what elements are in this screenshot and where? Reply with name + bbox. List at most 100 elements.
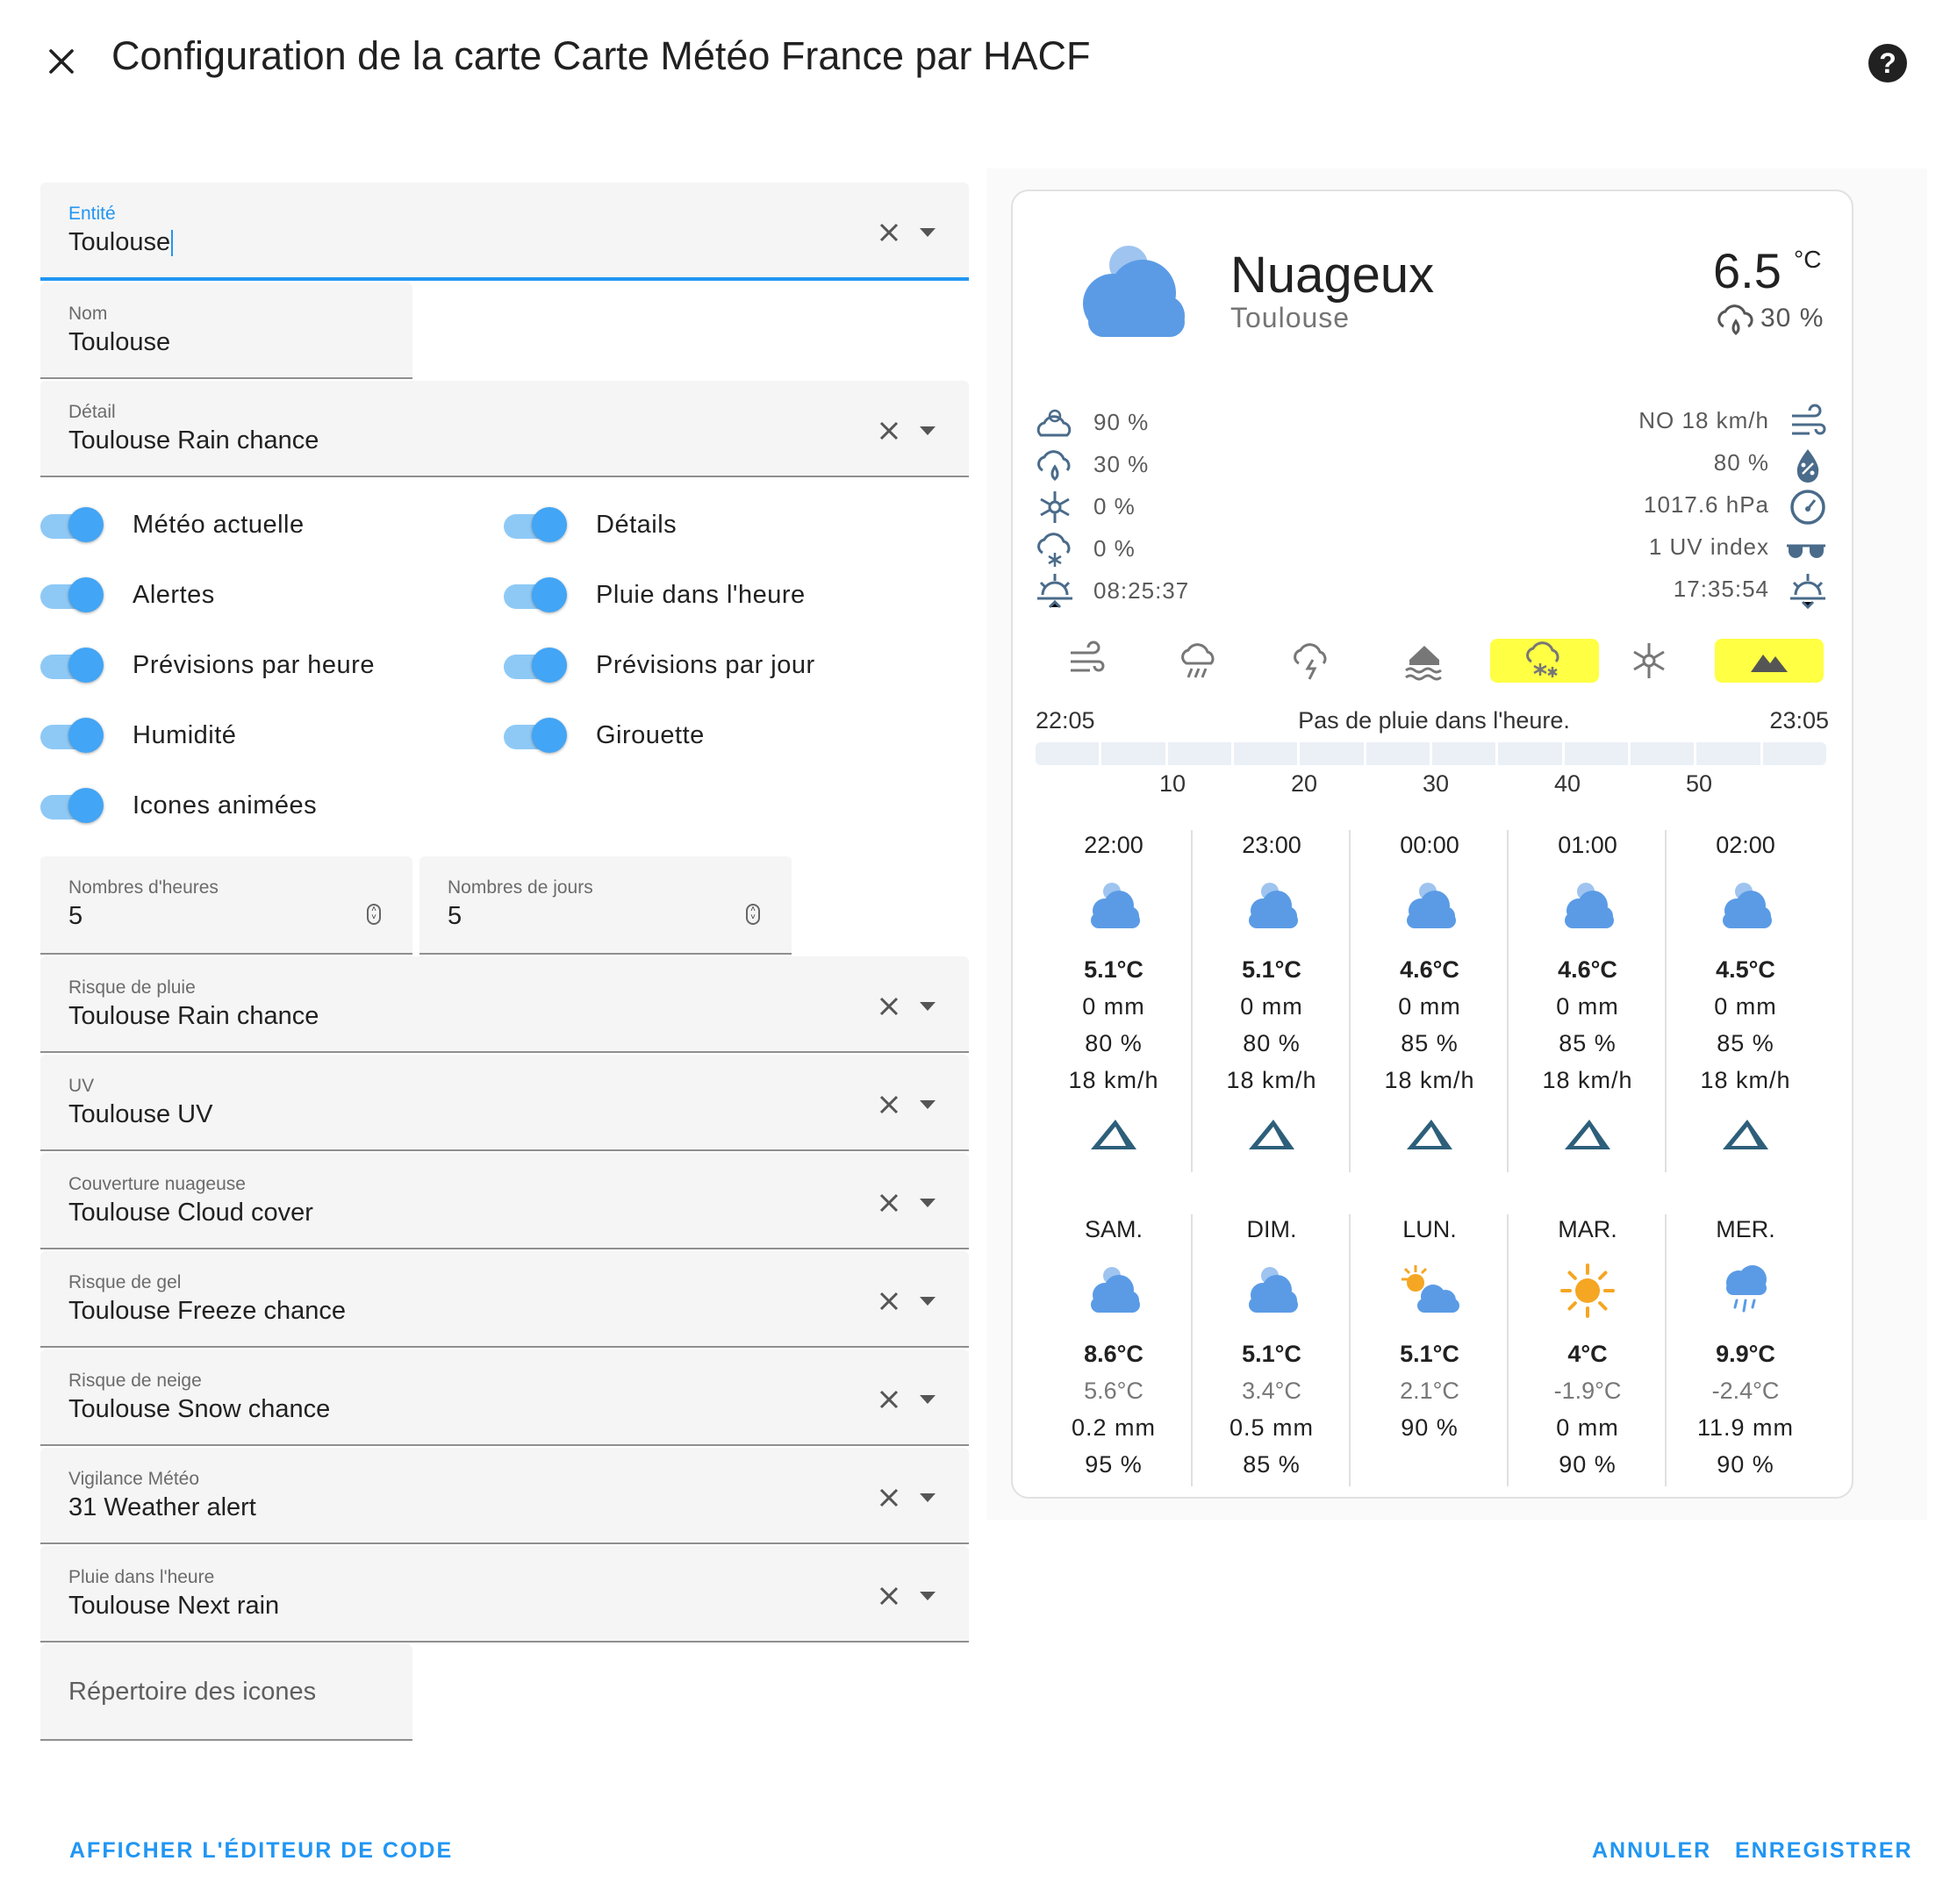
toggle-details[interactable] bbox=[504, 507, 567, 546]
clear-icon[interactable] bbox=[876, 1288, 902, 1314]
rain-risk-picker[interactable]: Risque de pluie Toulouse Rain chance bbox=[40, 956, 969, 1053]
entity-input[interactable]: Toulouse bbox=[68, 228, 174, 257]
toggle-icones-animees[interactable] bbox=[40, 788, 104, 827]
hourly-time: 00:00 bbox=[1400, 832, 1459, 858]
dropdown-arrow-icon[interactable] bbox=[920, 1199, 936, 1207]
dropdown-arrow-icon[interactable] bbox=[920, 1297, 936, 1306]
toggle-girouette[interactable] bbox=[504, 718, 567, 756]
daily-low: 3.4°C bbox=[1242, 1378, 1301, 1404]
cloudy-icon bbox=[1552, 876, 1623, 941]
rain-bar-segment bbox=[1300, 742, 1364, 765]
hourly-wind: 18 km/h bbox=[1542, 1067, 1633, 1093]
clear-icon[interactable] bbox=[876, 1485, 902, 1511]
hours-number-field[interactable]: Nombres d'heures 5 ˄ ˅ bbox=[40, 856, 412, 955]
dropdown-arrow-icon[interactable] bbox=[920, 1002, 936, 1011]
dropdown-arrow-icon[interactable] bbox=[920, 1395, 936, 1404]
rain-start-time: 22:05 bbox=[1036, 707, 1095, 734]
column-divider bbox=[1349, 830, 1351, 1172]
icons-dir-field[interactable]: Répertoire des icones bbox=[40, 1644, 412, 1741]
text-caret bbox=[171, 230, 174, 257]
rain-risk-value: Toulouse Rain chance bbox=[68, 1002, 319, 1030]
detail-picker[interactable]: Détail Toulouse Rain chance bbox=[40, 381, 969, 477]
hourly-precip: 0 mm bbox=[1556, 993, 1619, 1020]
vigilance-picker[interactable]: Vigilance Météo 31 Weather alert bbox=[40, 1448, 969, 1544]
partly-cloudy-icon bbox=[1394, 1260, 1465, 1326]
freeze-label: Risque de gel bbox=[68, 1272, 182, 1292]
toggle-humidite[interactable] bbox=[40, 718, 104, 756]
daily-humidity: 85 % bbox=[1243, 1451, 1301, 1478]
wind-direction-arrow-icon bbox=[1719, 1116, 1772, 1159]
sunrise-icon bbox=[1037, 574, 1072, 609]
rain-bar-segment bbox=[1432, 742, 1496, 765]
uv-picker[interactable]: UV Toulouse UV bbox=[40, 1055, 969, 1151]
spinner-icon[interactable]: ˄ ˅ bbox=[746, 904, 760, 925]
hourly-humidity: 80 % bbox=[1243, 1030, 1301, 1056]
toggle-label: Prévisions par jour bbox=[596, 651, 815, 679]
hourly-precip: 0 mm bbox=[1714, 993, 1777, 1020]
clear-icon[interactable] bbox=[876, 219, 902, 246]
daily-high: 5.1°C bbox=[1242, 1341, 1301, 1367]
attr-wind: NO 18 km/h bbox=[1638, 407, 1769, 433]
thunderstorm-alert-icon bbox=[1294, 643, 1327, 680]
name-field[interactable]: Nom Toulouse bbox=[40, 283, 412, 379]
spinner-icon[interactable]: ˄ ˅ bbox=[367, 904, 381, 925]
column-divider bbox=[1349, 1214, 1351, 1486]
hourly-time: 23:00 bbox=[1242, 832, 1301, 858]
daily-precip: 11.9 mm bbox=[1696, 1414, 1795, 1441]
close-icon[interactable] bbox=[40, 40, 82, 82]
toggle-meteo-actuelle[interactable] bbox=[40, 507, 104, 546]
daily-humidity: 90 % bbox=[1717, 1451, 1774, 1478]
dropdown-arrow-icon[interactable] bbox=[920, 1592, 936, 1600]
cloudy-icon bbox=[1079, 876, 1149, 941]
dropdown-arrow-icon[interactable] bbox=[920, 1493, 936, 1502]
show-code-editor-button[interactable]: AFFICHER L'ÉDITEUR DE CODE bbox=[69, 1838, 453, 1864]
column-divider bbox=[1191, 1214, 1193, 1486]
column-divider bbox=[1665, 830, 1667, 1172]
hourly-humidity: 80 % bbox=[1085, 1030, 1143, 1056]
dropdown-arrow-icon[interactable] bbox=[920, 1100, 936, 1109]
dropdown-arrow-icon[interactable] bbox=[920, 228, 936, 237]
vigilance-value: 31 Weather alert bbox=[68, 1493, 256, 1521]
toggle-pluie-heure[interactable] bbox=[504, 577, 567, 616]
hourly-humidity: 85 % bbox=[1401, 1030, 1459, 1056]
clear-icon[interactable] bbox=[876, 1583, 902, 1609]
detail-value: Toulouse Rain chance bbox=[68, 426, 319, 455]
cloudy-icon bbox=[1237, 1260, 1307, 1326]
next-rain-picker[interactable]: Pluie dans l'heure Toulouse Next rain bbox=[40, 1546, 969, 1643]
help-circle-icon[interactable]: ? bbox=[1868, 44, 1907, 82]
rain-tick: 40 bbox=[1553, 770, 1581, 797]
clear-icon[interactable] bbox=[876, 993, 902, 1020]
wind-direction-arrow-icon bbox=[1087, 1116, 1140, 1159]
toggle-label: Alertes bbox=[133, 581, 215, 609]
toggle-alertes[interactable] bbox=[40, 577, 104, 616]
toggle-previsions-heure[interactable] bbox=[40, 648, 104, 686]
freeze-risk-picker[interactable]: Risque de gel Toulouse Freeze chance bbox=[40, 1251, 969, 1348]
save-button[interactable]: ENREGISTRER bbox=[1735, 1838, 1913, 1864]
entity-picker[interactable]: Entité Toulouse bbox=[40, 183, 969, 281]
snow-value: Toulouse Snow chance bbox=[68, 1395, 331, 1423]
rainy-icon bbox=[1710, 1260, 1781, 1326]
snow-ice-alert-badge bbox=[1490, 639, 1599, 683]
cancel-button[interactable]: ANNULER bbox=[1592, 1838, 1711, 1864]
clear-icon[interactable] bbox=[876, 1386, 902, 1413]
rain-message: Pas de pluie dans l'heure. bbox=[1298, 707, 1570, 734]
dropdown-arrow-icon[interactable] bbox=[920, 426, 936, 435]
toggle-previsions-jour[interactable] bbox=[504, 648, 567, 686]
sunglasses-icon bbox=[1787, 544, 1825, 558]
entity-value: Toulouse bbox=[68, 228, 171, 256]
cloud-cover-picker[interactable]: Couverture nuageuse Toulouse Cloud cover bbox=[40, 1153, 969, 1249]
days-number-field[interactable]: Nombres de jours 5 ˄ ˅ bbox=[419, 856, 792, 955]
clear-icon[interactable] bbox=[876, 1190, 902, 1216]
toggle-label: Girouette bbox=[596, 721, 705, 749]
clear-icon[interactable] bbox=[876, 418, 902, 444]
toggle-label: Humidité bbox=[133, 721, 237, 749]
cloudy-icon bbox=[1237, 876, 1307, 941]
hourly-time: 22:00 bbox=[1084, 832, 1143, 858]
snow-risk-picker[interactable]: Risque de neige Toulouse Snow chance bbox=[40, 1349, 969, 1446]
hourly-wind: 18 km/h bbox=[1068, 1067, 1159, 1093]
column-divider bbox=[1665, 1214, 1667, 1486]
uv-label: UV bbox=[68, 1076, 95, 1096]
rain-bar-segment bbox=[1564, 742, 1628, 765]
clear-icon[interactable] bbox=[876, 1092, 902, 1118]
next-rain-value: Toulouse Next rain bbox=[68, 1592, 280, 1620]
